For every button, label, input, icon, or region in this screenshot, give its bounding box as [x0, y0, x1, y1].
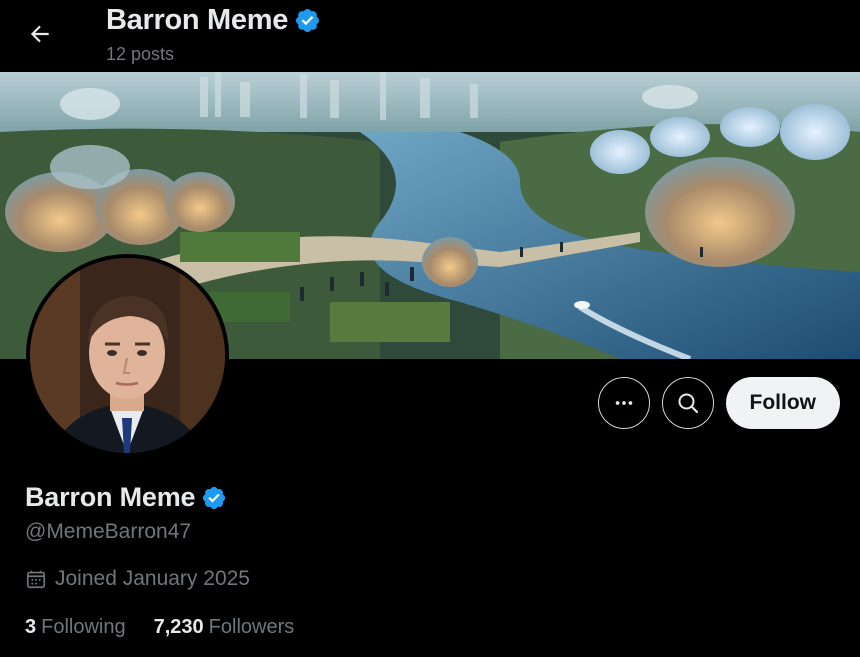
following-label: Following	[41, 616, 126, 638]
top-bar: Barron Meme 12 posts	[0, 0, 860, 72]
search-icon	[678, 393, 698, 414]
follow-button[interactable]: Follow	[725, 377, 840, 429]
following-count: 3	[25, 616, 37, 638]
verified-badge-icon	[296, 8, 320, 33]
search-button[interactable]	[661, 377, 714, 429]
followers-label: Followers	[208, 616, 295, 638]
following-link[interactable]: 3 Following	[25, 616, 126, 639]
more-button[interactable]	[597, 377, 650, 429]
calendar-icon	[26, 570, 46, 589]
header-title-group: Barron Meme	[106, 4, 321, 37]
profile-name: Barron Meme	[25, 482, 196, 512]
profile-handle: @MemeBarron47	[25, 520, 192, 543]
follow-stats: 3 Following 7,230 Followers	[25, 616, 294, 639]
joined-date: Joined January 2025	[25, 567, 250, 591]
more-horizontal-icon	[615, 401, 632, 405]
profile-name-group: Barron Meme	[25, 482, 227, 513]
arrow-left-icon	[30, 25, 49, 43]
verified-badge-icon[interactable]	[201, 485, 227, 511]
profile-actions: Follow	[597, 377, 840, 429]
header-title: Barron Meme	[106, 4, 289, 36]
followers-link[interactable]: 7,230 Followers	[154, 616, 295, 639]
post-count: 12 posts	[106, 44, 175, 64]
avatar[interactable]	[26, 254, 229, 457]
back-button[interactable]	[20, 14, 60, 54]
joined-text: Joined January 2025	[55, 567, 250, 590]
followers-count: 7,230	[153, 616, 204, 638]
